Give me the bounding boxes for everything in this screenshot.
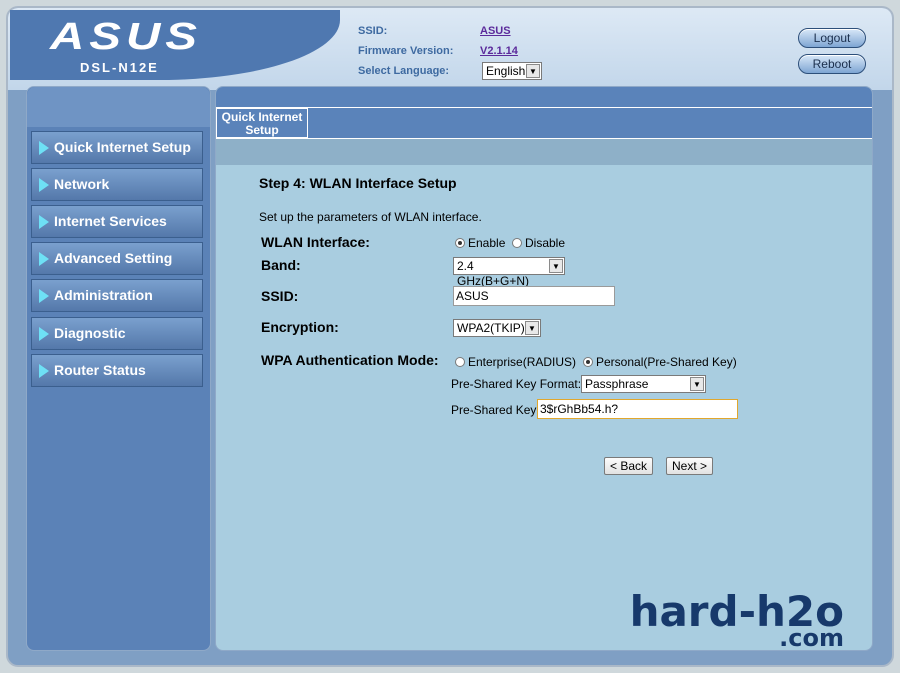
- psk-format-select[interactable]: Passphrase ▼: [581, 375, 706, 393]
- model-name: DSL-N12E: [80, 60, 159, 75]
- language-select[interactable]: English ▼: [482, 62, 542, 80]
- logo-panel: ASUS DSL-N12E: [10, 10, 340, 80]
- triangle-right-icon: [39, 364, 49, 378]
- band-value: 2.4 GHz(B+G+N): [457, 259, 530, 288]
- firmware-label: Firmware Version:: [358, 45, 454, 57]
- psk-format-value: Passphrase: [585, 377, 649, 391]
- sidebar-item-advanced-setting[interactable]: Advanced Setting: [31, 242, 203, 275]
- personal-label: Personal(Pre-Shared Key): [596, 355, 737, 369]
- encryption-label: Encryption:: [261, 319, 339, 335]
- sidebar-item-label: Administration: [54, 287, 153, 303]
- enterprise-label: Enterprise(RADIUS): [468, 355, 577, 369]
- encryption-select[interactable]: WPA2(TKIP) ▼: [453, 319, 541, 337]
- triangle-right-icon: [39, 178, 49, 192]
- tab-quick-internet-setup[interactable]: Quick Internet Setup: [216, 108, 308, 138]
- ssid-field-label: SSID:: [261, 288, 299, 304]
- wlan-enable-option[interactable]: Enable: [455, 236, 505, 250]
- sidebar-item-quick-internet-setup[interactable]: Quick Internet Setup: [31, 131, 203, 164]
- radio-unselected-icon: [512, 238, 522, 248]
- triangle-right-icon: [39, 252, 49, 266]
- wpa-mode-label: WPA Authentication Mode:: [261, 352, 439, 368]
- band-label: Band:: [261, 257, 301, 273]
- header: ASUS DSL-N12E SSID: ASUS Firmware Versio…: [8, 8, 892, 90]
- sidebar: Quick Internet Setup Network Internet Se…: [26, 86, 211, 651]
- sidebar-item-internet-services[interactable]: Internet Services: [31, 205, 203, 238]
- sidebar-item-router-status[interactable]: Router Status: [31, 354, 203, 387]
- back-button[interactable]: < Back: [604, 457, 654, 475]
- chevron-down-icon: ▼: [525, 321, 539, 335]
- sidebar-item-administration[interactable]: Administration: [31, 279, 203, 312]
- main-content: Quick Internet Setup Step 4: WLAN Interf…: [215, 86, 873, 651]
- firmware-link[interactable]: V2.1.14: [480, 45, 518, 57]
- sidebar-item-label: Advanced Setting: [54, 250, 173, 266]
- step-description: Set up the parameters of WLAN interface.: [259, 210, 482, 224]
- radio-selected-icon: [583, 357, 593, 367]
- radio-selected-icon: [455, 238, 465, 248]
- disable-label: Disable: [525, 236, 566, 250]
- reboot-button[interactable]: Reboot: [798, 54, 866, 74]
- radio-unselected-icon: [455, 357, 465, 367]
- tab-bar: Quick Internet Setup: [216, 107, 872, 139]
- next-button[interactable]: Next >: [666, 457, 714, 475]
- triangle-right-icon: [39, 215, 49, 229]
- sidebar-item-label: Network: [54, 176, 110, 192]
- ssid-link[interactable]: ASUS: [480, 25, 511, 37]
- enable-label: Enable: [468, 236, 506, 250]
- sidebar-item-label: Internet Services: [54, 213, 167, 229]
- ssid-input[interactable]: ASUS: [453, 286, 615, 306]
- wlan-interface-label: WLAN Interface:: [261, 234, 370, 250]
- sidebar-item-label: Quick Internet Setup: [54, 139, 191, 155]
- content-top-band: [216, 87, 872, 107]
- psk-label: Pre-Shared Key:: [451, 403, 540, 417]
- ssid-label: SSID:: [358, 25, 388, 37]
- triangle-right-icon: [39, 141, 49, 155]
- sidebar-top: [27, 87, 210, 127]
- triangle-right-icon: [39, 327, 49, 341]
- psk-format-label: Pre-Shared Key Format:: [451, 377, 582, 391]
- encryption-value: WPA2(TKIP): [457, 321, 525, 335]
- band-select[interactable]: 2.4 GHz(B+G+N) ▼: [453, 257, 565, 288]
- step-title: Step 4: WLAN Interface Setup: [259, 175, 457, 191]
- triangle-right-icon: [39, 289, 49, 303]
- sidebar-item-label: Diagnostic: [54, 325, 126, 341]
- content-sub-band: [216, 139, 872, 165]
- wpa-enterprise-option[interactable]: Enterprise(RADIUS): [455, 355, 576, 369]
- sidebar-item-diagnostic[interactable]: Diagnostic: [31, 317, 203, 350]
- sidebar-item-label: Router Status: [54, 362, 146, 378]
- psk-input[interactable]: 3$rGhBb54.h?: [537, 399, 738, 419]
- watermark-domain: .com: [779, 624, 844, 651]
- language-label: Select Language:: [358, 65, 450, 77]
- asus-logo: ASUS: [50, 16, 202, 58]
- wlan-disable-option[interactable]: Disable: [512, 236, 565, 250]
- chevron-down-icon: ▼: [690, 377, 704, 391]
- chevron-down-icon: ▼: [526, 64, 540, 78]
- sidebar-item-network[interactable]: Network: [31, 168, 203, 201]
- language-value: English: [486, 64, 526, 78]
- logout-button[interactable]: Logout: [798, 28, 866, 48]
- wpa-personal-option[interactable]: Personal(Pre-Shared Key): [583, 355, 737, 369]
- chevron-down-icon: ▼: [549, 259, 563, 273]
